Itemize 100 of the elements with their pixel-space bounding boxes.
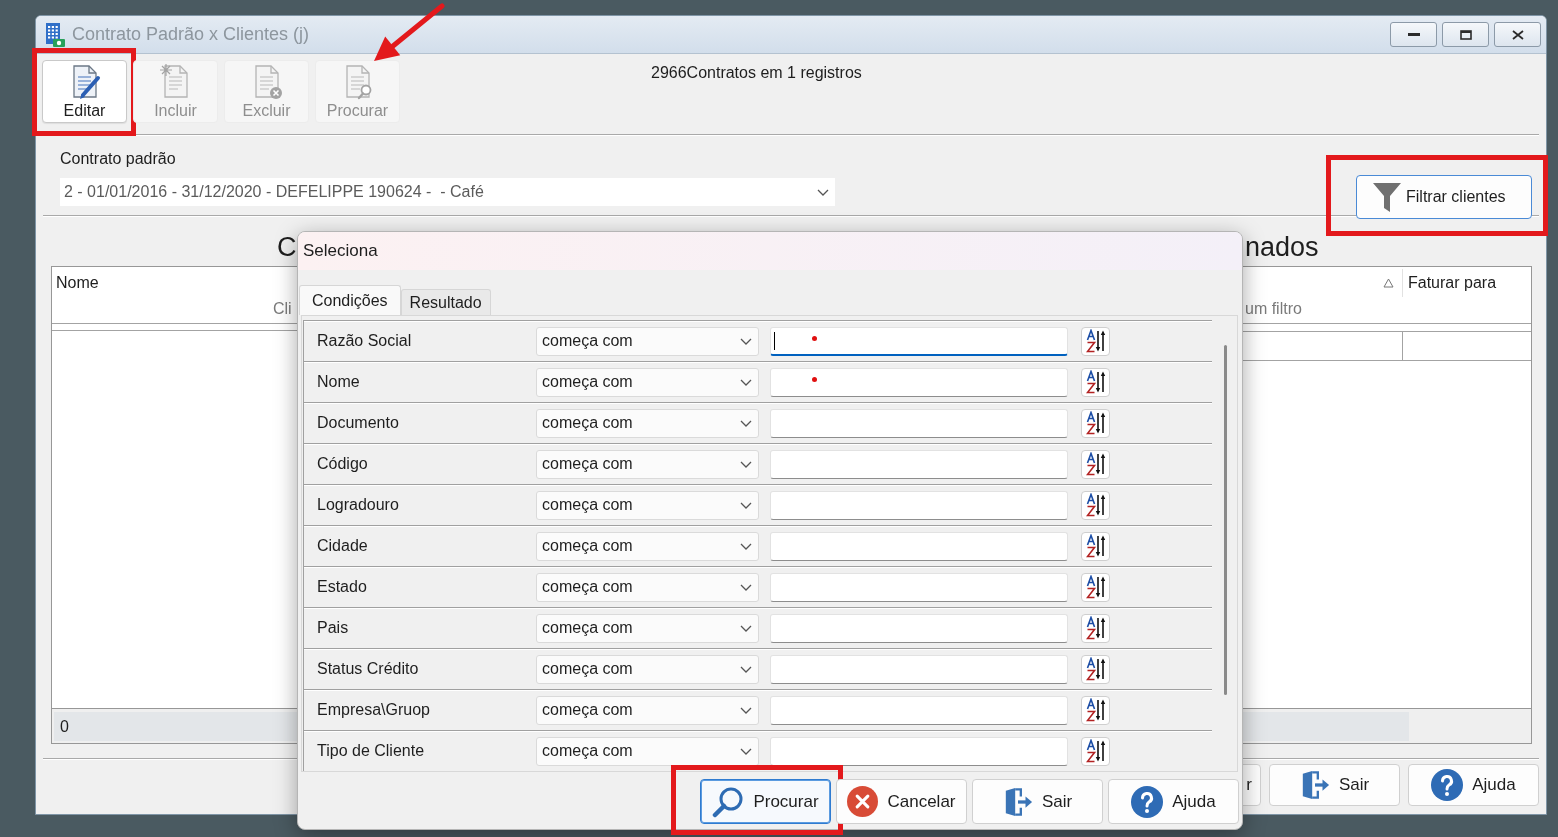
dialog-title: Seleciona [303,241,378,261]
close-icon [1511,29,1524,40]
tab[interactable]: Resultado [400,289,491,315]
sort-button[interactable] [1081,572,1110,602]
maximize-button[interactable] [1442,22,1489,47]
cancel-button[interactable]: Cancelar [836,779,967,824]
search-icon [712,785,745,818]
panel-heading: nados [1245,232,1319,263]
exit-button[interactable]: Sair [1269,764,1400,806]
field-label: Nome [317,373,360,390]
sort-button[interactable] [1081,736,1110,766]
scrollbar[interactable] [1224,345,1227,695]
search-button[interactable]: Procurar [700,779,831,824]
operator-dropdown[interactable]: começa com [536,572,759,602]
sort-az-icon [1085,739,1106,763]
sort-button[interactable] [1081,613,1110,643]
field-label: Tipo de Cliente [317,742,425,759]
filter-hint[interactable]: Cli [273,300,292,318]
value-field[interactable] [770,531,1068,561]
sort-az-icon [1085,698,1106,722]
sort-az-icon [1085,370,1106,394]
value-field[interactable] [770,572,1068,602]
sort-az-icon [1085,575,1106,599]
help-icon [1431,769,1464,801]
text-cursor-icon [774,331,775,350]
sort-az-icon [1085,657,1106,681]
sort-icon[interactable] [1383,277,1394,288]
minimize-icon [1407,33,1420,36]
sort-button[interactable] [1081,490,1110,520]
sort-button[interactable] [1081,367,1110,397]
sort-az-icon [1085,329,1106,353]
chevron-down-icon [740,583,752,591]
chevron-down-icon [740,378,752,386]
field-label: Razão Social [317,332,412,349]
edit-button[interactable]: Editar [42,60,127,123]
value-field[interactable] [770,613,1068,643]
record-count-text: 2966Contratos em 1 registros [651,63,862,83]
value-field[interactable] [770,326,1068,356]
exit-button[interactable]: Sair [972,779,1103,824]
chevron-down-icon [740,706,752,714]
x-circle-icon [847,786,879,817]
field-label: Contrato padrão [60,149,176,169]
field-label: Cidade [317,537,368,554]
filter-hint[interactable]: um filtro [1245,300,1302,318]
operator-dropdown[interactable]: começa com [536,449,759,479]
column-header[interactable]: Nome [52,273,103,292]
sort-az-icon [1085,452,1106,476]
chevron-down-icon [740,460,752,468]
value-field[interactable] [770,695,1068,725]
tab[interactable]: Condições [299,285,401,315]
sort-button[interactable] [1081,326,1110,356]
field-label: Código [317,455,368,472]
close-button[interactable] [1494,22,1541,47]
operator-dropdown[interactable]: começa com [536,736,759,766]
chevron-down-icon [740,542,752,550]
sort-button[interactable] [1081,654,1110,684]
help-button[interactable]: Ajuda [1408,764,1539,806]
maximize-icon [1459,29,1472,40]
value-field[interactable] [770,736,1068,766]
field-label: Estado [317,578,367,595]
minimize-button[interactable] [1390,22,1437,47]
sort-button[interactable] [1081,695,1110,725]
value-field[interactable] [770,449,1068,479]
operator-dropdown[interactable]: começa com [536,367,759,397]
operator-dropdown[interactable]: começa com [536,490,759,520]
value-field[interactable] [770,408,1068,438]
help-icon [1131,785,1164,818]
contract-dropdown[interactable]: 2 - 01/01/2016 - 31/12/2020 - DEFELIPPE 190624 - - Café [60,178,835,206]
chevron-down-icon [740,337,752,345]
column-header[interactable]: Faturar para [1403,273,1501,292]
operator-dropdown[interactable]: começa com [536,408,759,438]
operator-dropdown[interactable]: começa com [536,654,759,684]
building-icon [45,22,65,47]
chevron-down-icon [740,747,752,755]
sort-button[interactable] [1081,449,1110,479]
field-label: Logradouro [317,496,399,513]
panel-heading: C [277,232,297,263]
sort-az-icon [1085,534,1106,558]
operator-dropdown[interactable]: começa com [536,695,759,725]
chevron-down-icon [740,624,752,632]
field-label: Status Crédito [317,660,419,677]
operator-dropdown[interactable]: começa com [536,531,759,561]
footer-cell: 0 [54,712,298,741]
chevron-down-icon [817,188,829,196]
field-label: Empresa\Gruop [317,701,430,718]
field-label: Pais [317,619,349,636]
value-field[interactable] [770,367,1068,397]
sort-az-icon [1085,493,1106,517]
field-label: Documento [317,414,399,431]
operator-dropdown[interactable]: começa com [536,326,759,356]
help-button[interactable]: Ajuda [1108,779,1239,824]
sort-button[interactable] [1081,531,1110,561]
chevron-down-icon [740,419,752,427]
value-field[interactable] [770,490,1068,520]
sort-button[interactable] [1081,408,1110,438]
operator-dropdown[interactable]: começa com [536,613,759,643]
chevron-down-icon [740,665,752,673]
filter-button[interactable]: Filtrar clientes [1356,175,1532,219]
value-field[interactable] [770,654,1068,684]
sort-az-icon [1085,616,1106,640]
